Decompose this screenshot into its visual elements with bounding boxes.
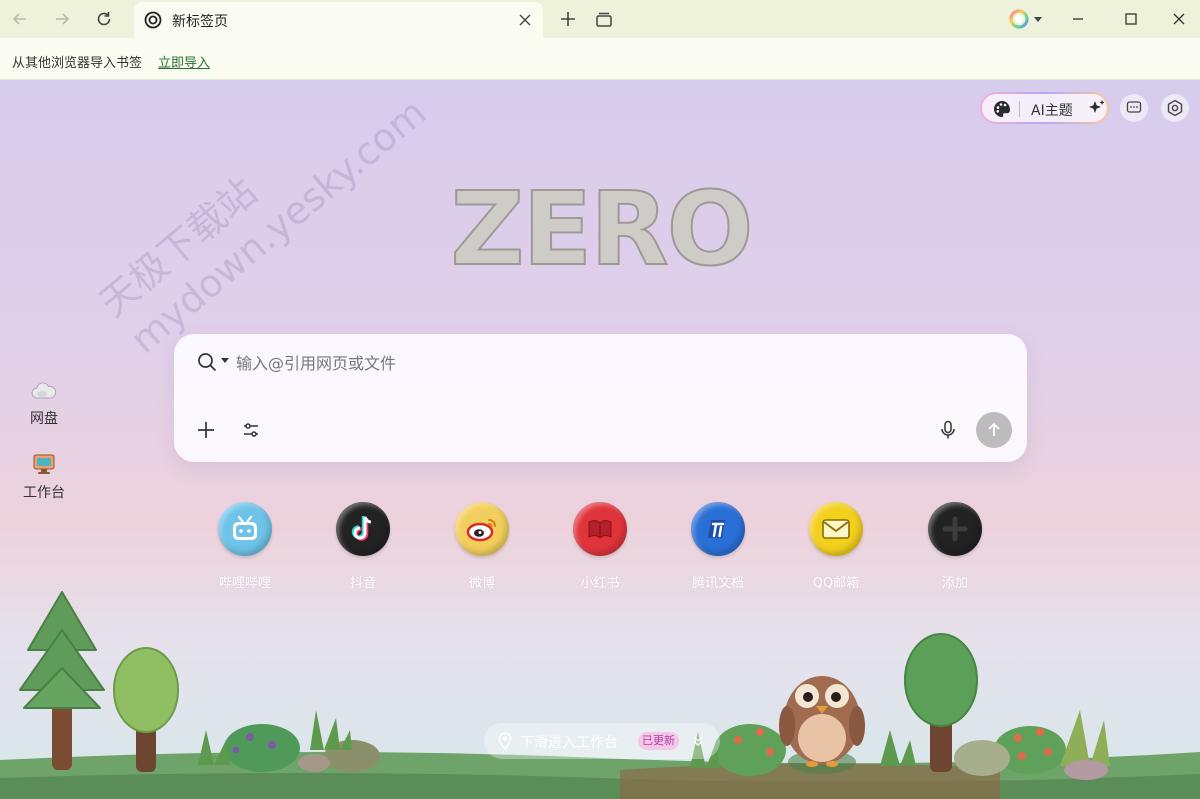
shortcut-tencent-docs[interactable]: 腾讯文档 (673, 502, 763, 591)
monitor-icon (33, 454, 55, 474)
sidebar-item-cloud-drive[interactable]: 网盘 (14, 380, 74, 428)
forward-button[interactable] (48, 5, 76, 33)
options-button[interactable] (237, 416, 265, 444)
sidebar-item-label: 工作台 (23, 485, 65, 501)
browser-logo-icon (144, 11, 162, 29)
tab-title: 新标签页 (172, 14, 228, 30)
shortcut-add[interactable]: 添加 (910, 502, 1000, 591)
settings-hexagon-icon (1167, 99, 1183, 117)
chat-button[interactable] (1120, 94, 1148, 122)
sidebar-item-label: 网盘 (30, 411, 58, 427)
microphone-icon (941, 420, 955, 439)
sidebar-item-workbench[interactable]: 工作台 (14, 452, 74, 502)
import-now-link[interactable]: 立即导入 (158, 52, 210, 71)
douyin-icon (336, 502, 390, 556)
search-input[interactable]: 输入@引用网页或文件 (236, 350, 396, 374)
new-tab-page: 天极下载站 mydown.yesky.com AI主题 ZERO 网盘 工作台 … (0, 80, 1200, 799)
watermark: 天极下载站 mydown.yesky.com (91, 89, 435, 363)
sliders-icon (244, 423, 258, 437)
clay-scenery-illustration (0, 591, 1200, 799)
bilibili-icon (218, 502, 272, 556)
shortcut-weibo[interactable]: 微博 (437, 502, 527, 591)
chat-bubble-icon (1126, 101, 1142, 113)
ai-theme-label: AI主题 (1031, 103, 1073, 119)
maximize-icon (1125, 13, 1137, 25)
tabs-icon (596, 12, 612, 27)
bookmark-bar: 从其他浏览器导入书签 立即导入 (0, 38, 1200, 80)
search-engine-dropdown[interactable] (221, 358, 229, 363)
logo-text: ZERO (451, 170, 752, 278)
voice-input-button[interactable] (934, 416, 962, 444)
profile-ring-icon (1009, 9, 1029, 29)
shortcut-qq-mail[interactable]: QQ邮箱 (791, 502, 881, 591)
shortcut-bilibili[interactable]: 哔哩哔哩 (200, 502, 290, 591)
update-badge: 已更新 (638, 732, 679, 750)
close-icon (1173, 13, 1185, 25)
plus-icon (928, 502, 982, 556)
shortcut-douyin[interactable]: 抖音 (318, 502, 408, 591)
arrow-left-icon (12, 13, 26, 25)
weibo-icon (455, 502, 509, 556)
reload-button[interactable] (90, 5, 118, 33)
palette-icon (994, 101, 1010, 117)
sparkle-icon (1089, 100, 1105, 113)
maximize-button[interactable] (1116, 5, 1146, 33)
close-window-button[interactable] (1164, 5, 1194, 33)
profile-menu-button[interactable] (1003, 5, 1047, 33)
reload-icon (97, 12, 111, 26)
search-box[interactable]: 输入@引用网页或文件 (174, 334, 1027, 462)
minimize-button[interactable] (1063, 5, 1093, 33)
scroll-to-workbench-hint[interactable]: 下滑进入工作台 已更新 (484, 723, 720, 759)
shortcut-xiaohongshu[interactable]: 小红书 (555, 502, 645, 591)
arrow-right-icon (56, 13, 70, 25)
attach-button[interactable] (192, 416, 220, 444)
tab-new-tab[interactable]: 新标签页 (134, 2, 543, 38)
plus-icon (561, 12, 575, 26)
double-chevron-down-icon (693, 736, 703, 747)
title-bar: 新标签页 (0, 0, 1200, 38)
xiaohongshu-icon (573, 502, 627, 556)
divider (1019, 101, 1020, 117)
cloud-icon (31, 382, 57, 399)
arrow-up-icon (988, 422, 1000, 436)
ai-theme-button[interactable]: AI主题 (980, 92, 1109, 124)
tab-overview-button[interactable] (590, 5, 618, 33)
new-tab-button[interactable] (554, 5, 582, 33)
location-pin-icon (498, 732, 512, 750)
mail-icon (809, 502, 863, 556)
plus-icon (198, 422, 214, 438)
tab-close-button[interactable] (515, 10, 535, 30)
settings-button[interactable] (1161, 94, 1189, 122)
zero-logo: ZERO (450, 169, 755, 278)
tencent-docs-icon (691, 502, 745, 556)
import-prompt: 从其他浏览器导入书签 (12, 56, 143, 71)
chevron-down-icon (1034, 16, 1042, 22)
search-icon (198, 353, 217, 372)
back-button[interactable] (6, 5, 34, 33)
minimize-icon (1073, 18, 1083, 20)
send-button[interactable] (976, 412, 1012, 448)
scroll-hint-text: 下滑进入工作台 (520, 735, 618, 751)
close-icon (519, 14, 531, 26)
